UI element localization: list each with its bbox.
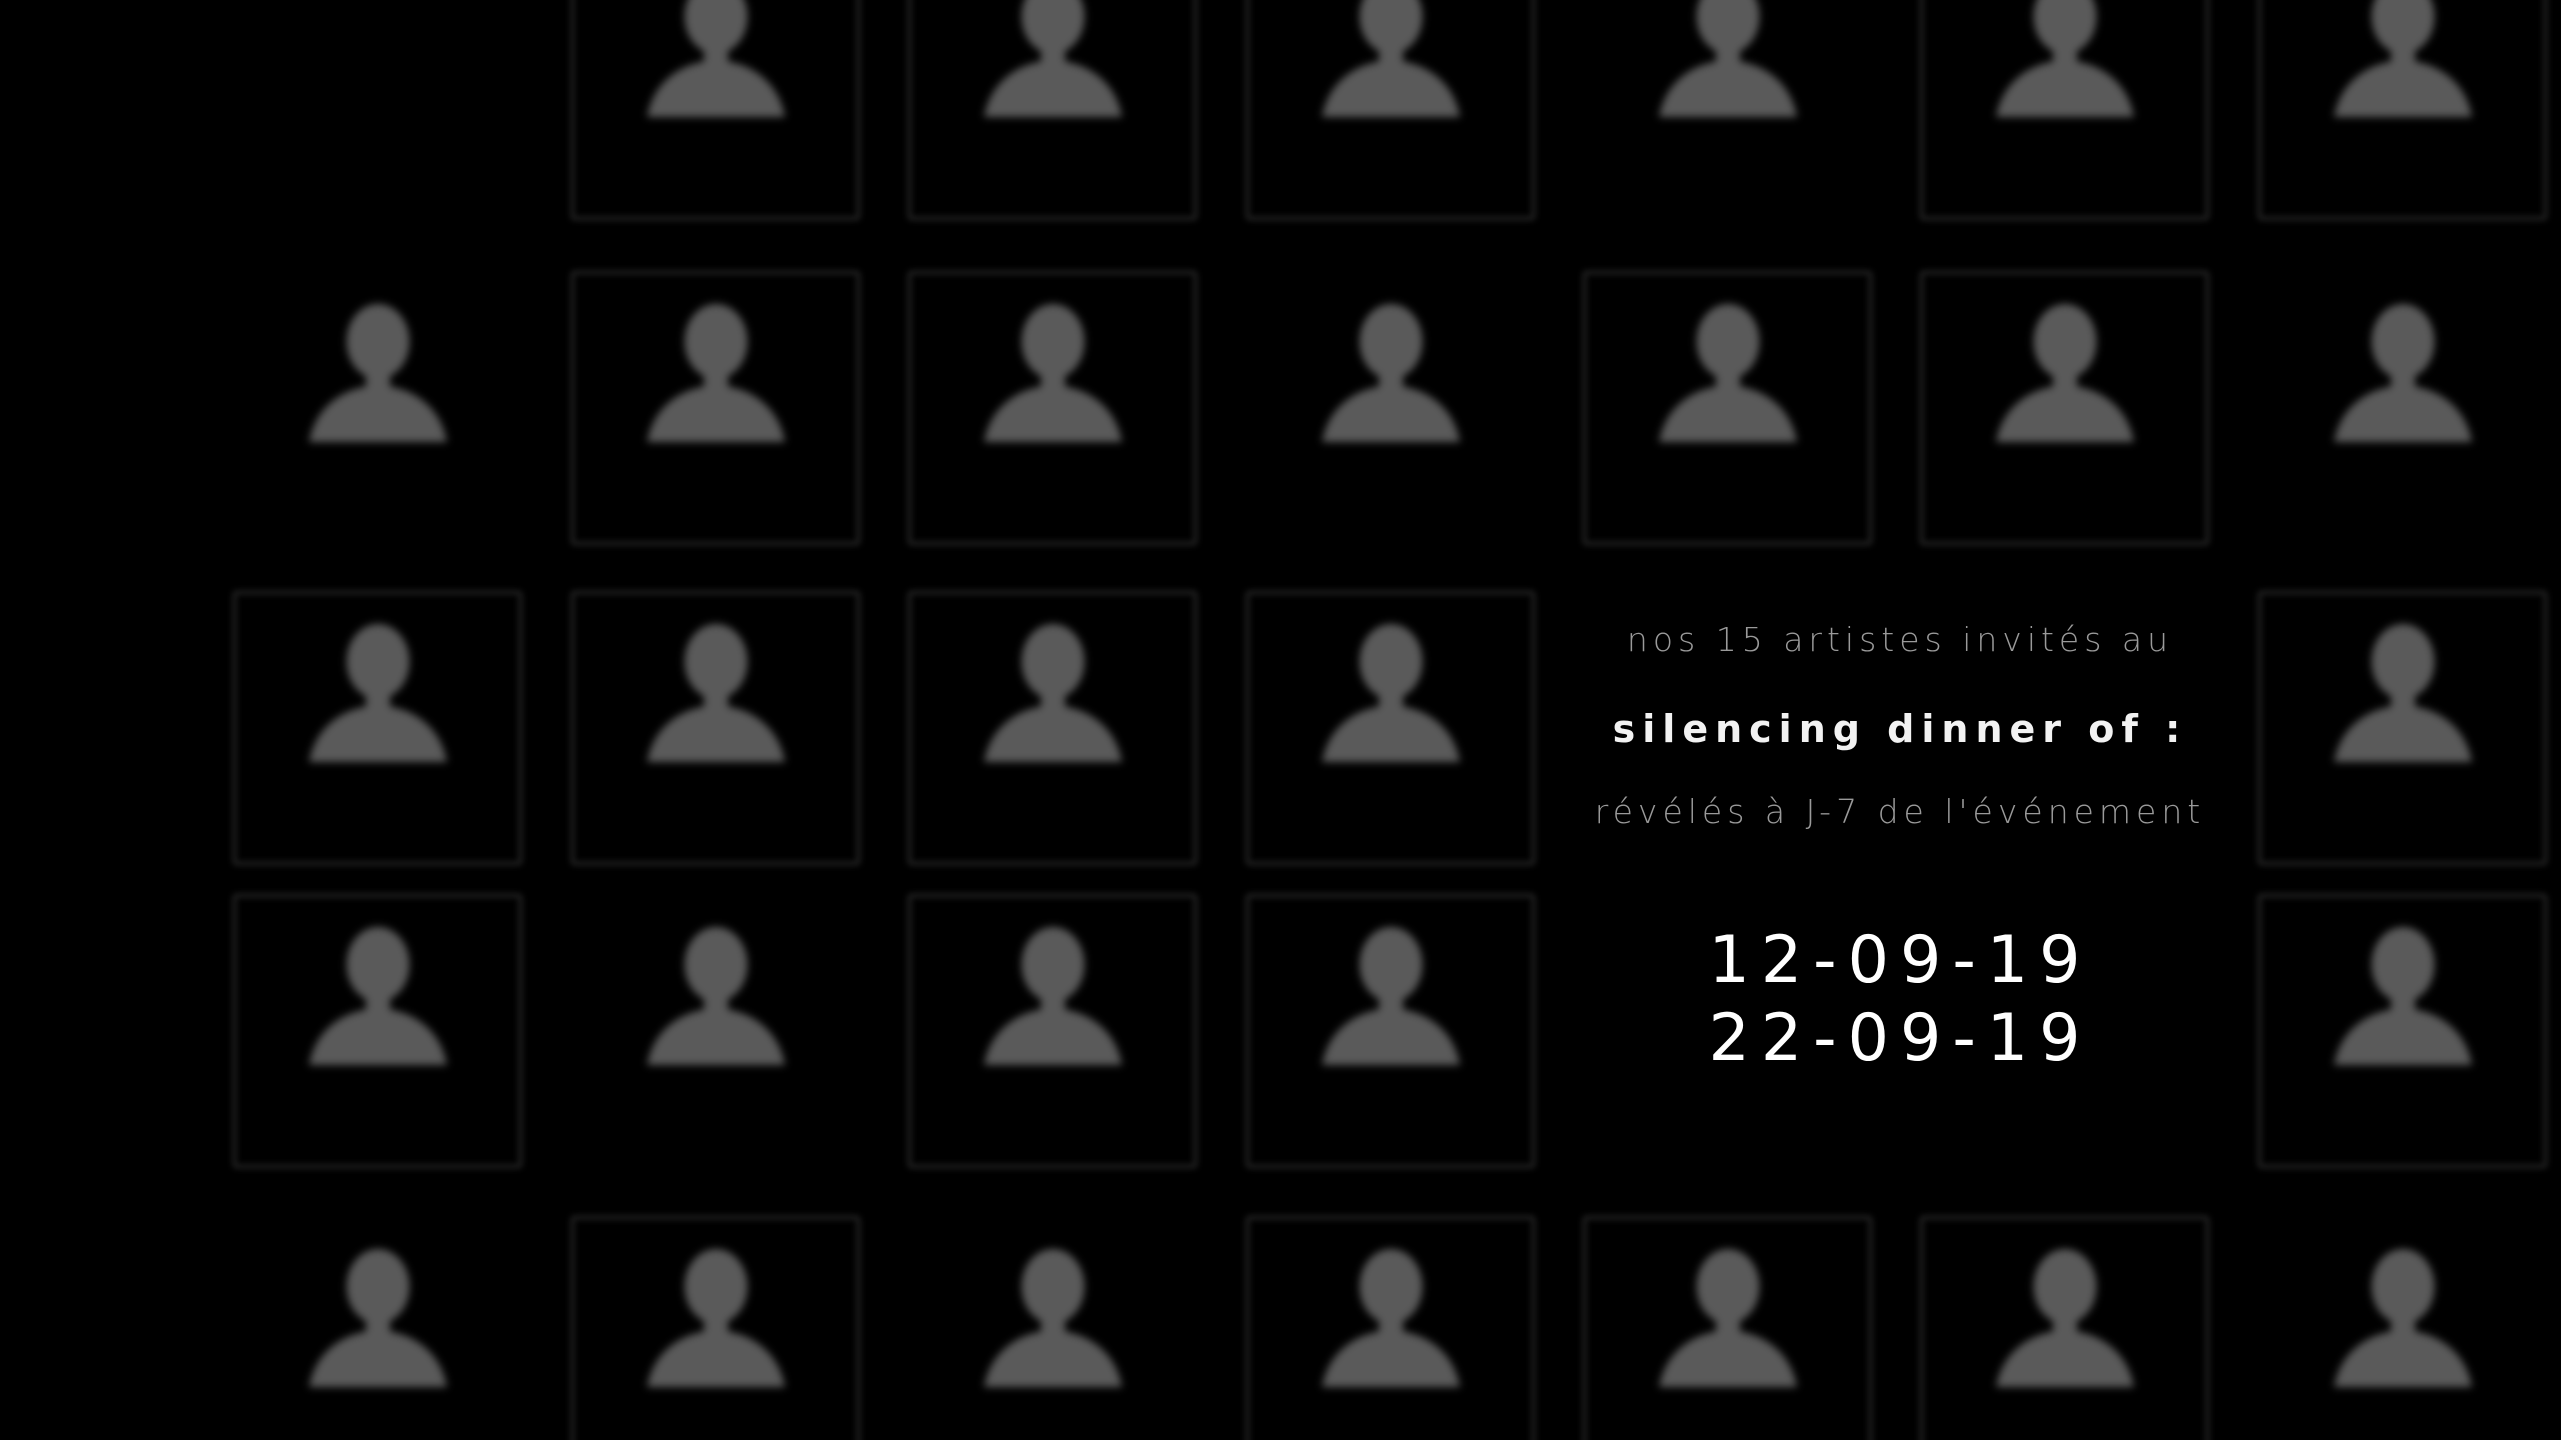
artist-placeholder-tile [1919,270,2210,546]
artist-placeholder-tile [1919,0,2210,221]
user-silhouette-icon [646,927,785,1065]
user-silhouette-icon [1995,0,2134,117]
user-silhouette-icon [1321,927,1460,1065]
user-silhouette-icon [983,927,1122,1065]
date-end: 22-09-19 [1708,1001,2092,1076]
artist-placeholder-tile [232,590,523,866]
artist-placeholder-tile [1582,0,1873,221]
artist-placeholder-tile [570,270,861,546]
date-start: 12-09-19 [1708,923,2092,998]
user-silhouette-icon [1321,624,1460,762]
artist-placeholder-tile [570,893,861,1169]
intro-text: nos 15 artistes invités au [1626,620,2174,659]
artist-placeholder-tile [907,893,1198,1169]
artist-placeholder-tile [2257,590,2548,866]
user-silhouette-icon [1321,1249,1460,1387]
user-silhouette-icon [983,304,1122,442]
user-silhouette-icon [646,1249,785,1387]
user-silhouette-icon [2333,624,2472,762]
user-silhouette-icon [983,0,1122,117]
user-silhouette-icon [2333,304,2472,442]
user-silhouette-icon [308,624,447,762]
user-silhouette-icon [2333,927,2472,1065]
user-silhouette-icon [1658,1249,1797,1387]
artist-placeholder-tile [1245,270,1536,546]
artist-placeholder-tile [1245,0,1536,221]
artist-placeholder-tile [1919,1215,2210,1440]
artist-placeholder-tile [570,1215,861,1440]
artist-placeholder-tile [1582,1215,1873,1440]
artist-placeholder-tile [232,1215,523,1440]
user-silhouette-icon [1321,0,1460,117]
user-silhouette-icon [308,1249,447,1387]
user-silhouette-icon [646,624,785,762]
artist-placeholder-tile [232,270,523,546]
artist-placeholder-tile [1245,893,1536,1169]
user-silhouette-icon [1995,304,2134,442]
artist-placeholder-tile [570,590,861,866]
user-silhouette-icon [308,927,447,1065]
artist-placeholder-tile [2257,270,2548,546]
artist-placeholder-tile [1582,270,1873,546]
artist-placeholder-tile [907,270,1198,546]
event-info-panel: nos 15 artistes invités au silencing din… [1580,600,2220,1078]
user-silhouette-icon [308,304,447,442]
user-silhouette-icon [983,624,1122,762]
artist-placeholder-tile [907,590,1198,866]
artist-placeholder-tile [907,1215,1198,1440]
artist-placeholder-tile [570,0,861,221]
user-silhouette-icon [1658,0,1797,117]
user-silhouette-icon [1321,304,1460,442]
user-silhouette-icon [646,0,785,117]
artist-placeholder-tile [1245,1215,1536,1440]
user-silhouette-icon [2333,0,2472,117]
artist-placeholder-tile [2257,893,2548,1169]
artist-placeholder-tile [232,893,523,1169]
user-silhouette-icon [646,304,785,442]
artist-placeholder-tile [907,0,1198,221]
artist-placeholder-tile [2257,1215,2548,1440]
user-silhouette-icon [1995,1249,2134,1387]
user-silhouette-icon [2333,1249,2472,1387]
artist-placeholder-tile [1245,590,1536,866]
artist-placeholder-tile [2257,0,2548,221]
event-title: silencing dinner of : [1612,707,2188,751]
reveal-note: révélés à J-7 de l'événement [1594,792,2206,831]
user-silhouette-icon [983,1249,1122,1387]
user-silhouette-icon [1658,304,1797,442]
